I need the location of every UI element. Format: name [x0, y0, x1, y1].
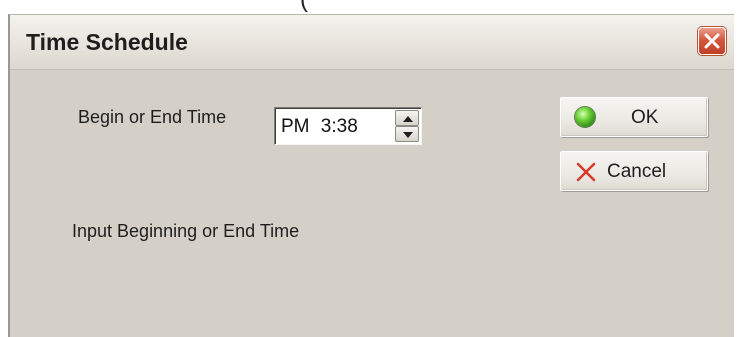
clipped-top-text-area: ( [0, 0, 738, 14]
close-button[interactable] [698, 27, 726, 55]
time-spinner[interactable] [395, 110, 419, 142]
hint-text: Input Beginning or End Time [72, 221, 300, 241]
ok-button[interactable]: OK [560, 97, 708, 137]
cancel-button-label: Cancel [607, 161, 667, 182]
clipped-top-text: ( [300, 0, 308, 14]
time-value[interactable]: PM 3:38 [281, 116, 389, 138]
time-schedule-dialog: Time Schedule Begin or End Time PM 3:38 … [8, 14, 734, 337]
title-bar[interactable]: Time Schedule [10, 15, 734, 70]
green-light-icon [575, 107, 595, 127]
arrow-up-icon [403, 116, 413, 122]
time-label: Begin or End Time [78, 107, 227, 127]
ok-button-label: OK [631, 107, 659, 128]
time-input[interactable]: PM 3:38 [274, 107, 422, 145]
cancel-x-icon [576, 162, 596, 182]
dialog-title: Time Schedule [26, 29, 188, 55]
spin-up-button[interactable] [395, 110, 419, 126]
spin-down-button[interactable] [395, 126, 419, 142]
cancel-button[interactable]: Cancel [560, 151, 708, 191]
arrow-down-icon [403, 132, 413, 138]
close-icon [704, 33, 720, 49]
